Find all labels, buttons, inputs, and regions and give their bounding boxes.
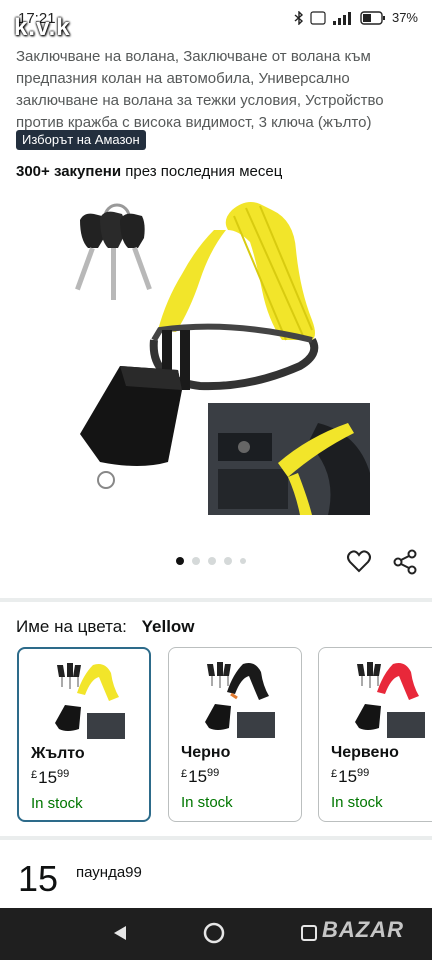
keys-illustration	[75, 203, 152, 300]
signal-icon	[332, 11, 351, 25]
overlay-text: k.v.k	[14, 14, 71, 41]
section-separator	[0, 836, 432, 840]
color-option-name: Черно	[181, 744, 231, 761]
carousel-dot[interactable]	[192, 557, 200, 565]
swatch-thumbnail	[355, 662, 425, 738]
status-bar: 17:21 k.v.k 37%	[0, 0, 432, 41]
color-option-price: £1599	[31, 768, 70, 787]
swatch-thumbnail	[205, 662, 275, 738]
battery-level: 37%	[391, 10, 418, 25]
color-option-red[interactable]: Червено £1599 In stock	[318, 647, 432, 822]
color-label: Име на цвета: Yellow	[16, 617, 195, 637]
swatch-thumbnail	[55, 663, 125, 739]
color-selected-value: Yellow	[141, 617, 195, 636]
product-title[interactable]: Заключване на волана, Заключване от вола…	[16, 46, 418, 134]
carousel-dots[interactable]	[176, 557, 246, 565]
swatch-strap	[77, 664, 119, 701]
color-option-yellow[interactable]: Жълто £1599 In stock	[17, 647, 151, 822]
inset-image[interactable]	[208, 403, 370, 515]
color-option-price: £1599	[331, 767, 370, 786]
heart-icon[interactable]	[346, 549, 372, 575]
carousel-dot[interactable]	[208, 557, 216, 565]
color-option-name: Червено	[331, 744, 399, 761]
color-option-name: Жълто	[31, 745, 85, 762]
battery-icon	[360, 10, 385, 25]
color-option-stock: In stock	[181, 794, 233, 811]
bought-count: 300+ закупени	[16, 163, 122, 180]
color-option-stock: In stock	[31, 795, 83, 812]
color-option-black[interactable]: Черно £1599 In stock	[168, 647, 302, 822]
bluetooth-icon	[294, 10, 303, 25]
color-label-text: Име на цвета:	[16, 617, 127, 636]
section-separator	[0, 598, 432, 602]
back-icon[interactable]	[112, 924, 128, 942]
color-option-price: £1599	[181, 767, 220, 786]
main-price: 15	[18, 858, 59, 899]
home-icon[interactable]	[202, 921, 226, 945]
main-price-unit: паунда99	[76, 864, 142, 881]
bought-info: 300+ закупени през последния месец	[16, 163, 282, 180]
carousel-dot[interactable]	[176, 557, 184, 565]
watermark: BAZAR	[322, 917, 404, 942]
recent-apps-icon[interactable]	[300, 924, 318, 942]
volte-icon	[310, 10, 326, 25]
share-icon[interactable]	[392, 549, 418, 575]
carousel-dot[interactable]	[224, 557, 232, 565]
color-option-stock: In stock	[331, 794, 383, 811]
choice-badge: Изборът на Амазон	[16, 130, 146, 150]
bought-suffix: през последния месец	[125, 163, 283, 180]
yellow-sleeve	[225, 202, 315, 340]
swatch-strap	[377, 663, 419, 700]
status-icons: 37%	[294, 10, 418, 25]
carousel-dot[interactable]	[240, 558, 246, 564]
